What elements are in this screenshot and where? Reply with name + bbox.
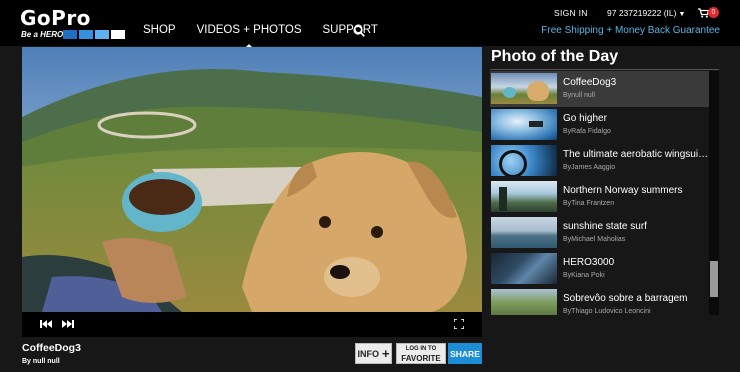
region-phone[interactable]: 97 237219222 (IL) ▼: [607, 8, 685, 18]
potd-item-title: Go higher: [563, 113, 607, 124]
potd-item-byline: ByJames Aaggio: [563, 164, 616, 171]
share-button[interactable]: SHARE: [448, 343, 482, 364]
logo-tagline: Be a HERO.: [21, 30, 66, 39]
phone-number: 97 237219222 (IL): [607, 8, 677, 18]
promo-link[interactable]: Free Shipping + Money Back Guarantee: [520, 25, 720, 36]
player-controls: [22, 312, 482, 337]
info-label: INFO: [357, 348, 379, 359]
potd-thumbnail: [491, 217, 557, 248]
nav-videos-photos[interactable]: VIDEOS + PHOTOS: [197, 24, 302, 49]
gopro-logo[interactable]: GoPro Be a HERO.: [20, 6, 125, 40]
photo-title: CoffeeDog3: [22, 342, 81, 354]
potd-item-byline: ByThiago Ludovico Leoncini: [563, 308, 651, 315]
photo-byline: By null null: [22, 358, 60, 365]
plus-icon: +: [381, 345, 390, 361]
nav-shop[interactable]: SHOP: [143, 24, 176, 36]
potd-item-title: Sobrevôo sobre a barragem: [563, 293, 688, 304]
favorite-line2: FAVORITE: [401, 353, 441, 363]
potd-item-byline: ByKiana Poki: [563, 272, 605, 279]
potd-divider: [490, 69, 719, 70]
potd-item-title: The ultimate aerobatic wingsuit video: [563, 149, 709, 160]
potd-thumbnail: [491, 253, 557, 284]
skip-forward-icon[interactable]: [62, 319, 74, 329]
potd-item[interactable]: The ultimate aerobatic wingsuit video By…: [490, 143, 709, 179]
potd-item[interactable]: Sobrevôo sobre a barragem ByThiago Ludov…: [490, 287, 709, 315]
potd-item[interactable]: Northern Norway summers ByTina Frantzen: [490, 179, 709, 215]
potd-heading: Photo of the Day: [491, 48, 619, 65]
potd-item-title: sunshine state surf: [563, 221, 647, 232]
caret-down-icon: ▼: [678, 11, 686, 18]
potd-item[interactable]: Go higher ByRafa Fidalgo: [490, 107, 709, 143]
potd-list: CoffeeDog3 Bynull null Go higher ByRafa …: [490, 71, 719, 315]
potd-item-title: HERO3000: [563, 257, 615, 268]
potd-item-byline: ByMichael Maholias: [563, 236, 626, 243]
cart-count-badge: 0: [708, 7, 719, 18]
favorite-line1: LOG IN TO: [405, 345, 437, 352]
potd-item[interactable]: sunshine state surf ByMichael Maholias: [490, 215, 709, 251]
photo-canvas: [22, 47, 482, 312]
potd-thumbnail: [491, 73, 557, 104]
potd-item-title: CoffeeDog3: [563, 77, 617, 88]
potd-item[interactable]: CoffeeDog3 Bynull null: [490, 71, 709, 107]
featured-photo[interactable]: [22, 47, 482, 312]
cart-button[interactable]: 0: [698, 6, 722, 20]
nav-support[interactable]: SUPPORT: [323, 24, 378, 36]
potd-thumbnail: [491, 145, 557, 176]
logo-squares: [63, 30, 125, 39]
potd-thumbnail: [491, 181, 557, 212]
logo-wordmark: GoPro: [20, 6, 91, 30]
potd-item[interactable]: HERO3000 ByKiana Poki: [490, 251, 709, 287]
potd-item-byline: ByRafa Fidalgo: [563, 128, 611, 135]
info-button[interactable]: INFO +: [355, 343, 392, 364]
signin-link[interactable]: SIGN IN: [554, 8, 588, 18]
skip-back-icon[interactable]: [40, 319, 52, 329]
site-header: GoPro Be a HERO. SHOP VIDEOS + PHOTOS SU…: [0, 0, 740, 49]
fullscreen-icon[interactable]: [454, 319, 464, 329]
favorite-button[interactable]: LOG IN TO FAVORITE: [396, 343, 446, 364]
search-icon[interactable]: [353, 25, 365, 37]
potd-thumbnail: [491, 109, 557, 140]
potd-item-byline: Bynull null: [563, 92, 595, 99]
potd-item-byline: ByTina Frantzen: [563, 200, 615, 207]
potd-thumbnail: [491, 289, 557, 315]
potd-item-title: Northern Norway summers: [563, 185, 683, 196]
potd-scrollbar-thumb[interactable]: [710, 261, 718, 297]
